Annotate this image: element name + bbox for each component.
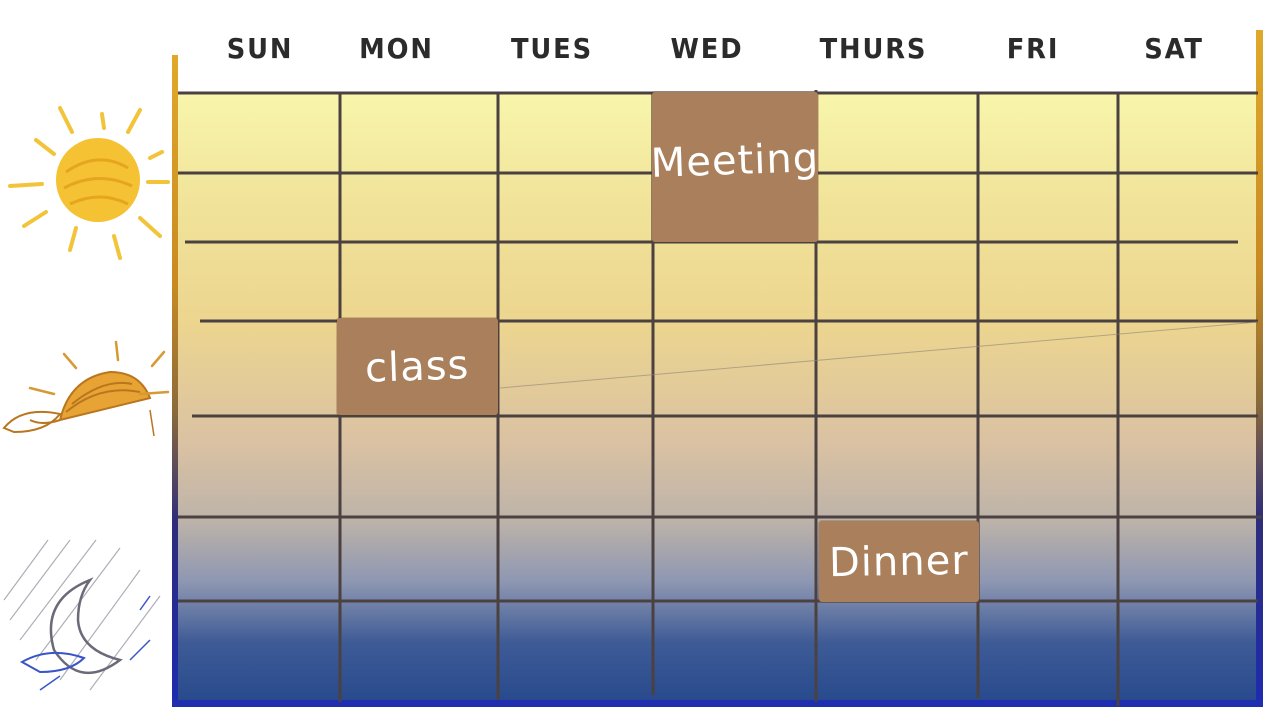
event-class[interactable]: class (337, 318, 498, 415)
calendar-grid (2, 30, 1263, 707)
day-header-sun: SUN (226, 32, 294, 65)
day-header-tues: TUES (510, 32, 593, 65)
day-header-wed: WED (670, 32, 744, 65)
event-label: Meeting (649, 135, 820, 187)
day-header-mon: MON (359, 32, 434, 65)
event-meeting[interactable]: Meeting (649, 92, 820, 242)
right-frame-bar (1256, 30, 1263, 706)
day-header-fri: FRI (1006, 32, 1060, 65)
day-header-thurs: THURS (819, 32, 928, 65)
setting-sun-icon (2, 340, 170, 437)
bottom-frame-bar (172, 700, 1263, 707)
event-dinner[interactable]: Dinner (819, 521, 979, 602)
sun-icon (8, 106, 170, 260)
day-header-sat: SAT (1144, 32, 1204, 65)
left-frame-bar (172, 55, 178, 705)
moon-rain-icon (3, 539, 161, 691)
event-label: class (364, 341, 471, 392)
calendar-canvas: SUN MON TUES WED THURS FRI SAT Meeting c… (0, 0, 1280, 720)
event-label: Dinner (828, 537, 970, 586)
